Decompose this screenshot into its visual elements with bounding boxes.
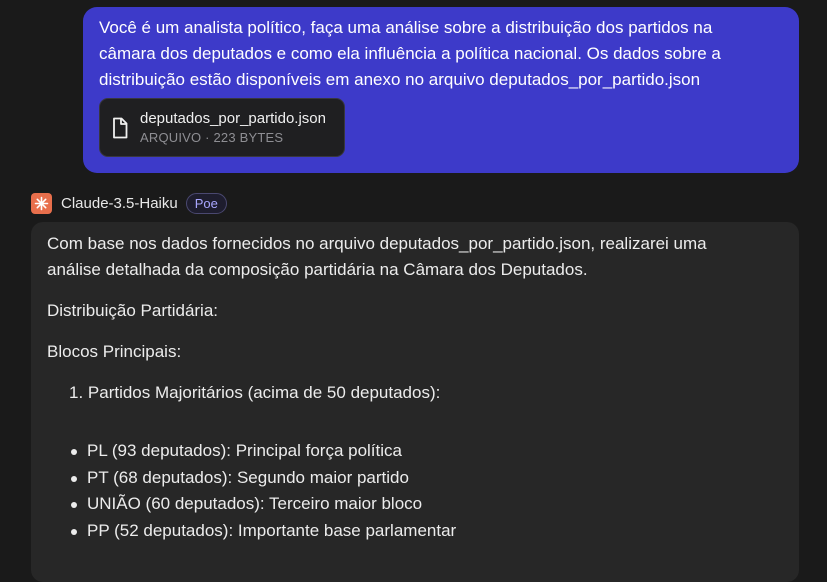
attachment-info: ARQUIVO · 223 BYTES [140,129,284,145]
response-heading: Distribuição Partidária: [47,301,219,320]
attachment-name: deputados_por_partido.json [140,109,326,127]
response-intro-line: Com base nos dados fornecidos no arquivo… [47,234,707,253]
bullet-icon [71,502,77,508]
bullet-list-item: UNIÃO (60 deputados): Terceiro maior blo… [71,491,783,518]
file-icon [113,117,128,138]
bot-header: Claude-3.5-Haiku Poe [31,191,227,215]
user-message-bubble: Você é um analista político, faça uma an… [83,7,799,173]
poe-badge[interactable]: Poe [185,192,227,214]
ordered-list-item: 1. Partidos Majoritários (acima de 50 de… [69,383,441,402]
bullet-icon [71,449,77,455]
bullet-list-item: PL (93 deputados): Principal força polít… [71,438,783,465]
user-message-line: Você é um analista político, faça uma an… [99,18,713,37]
attachment-meta: deputados_por_partido.json ARQUIVO · 223… [140,109,326,147]
attachment-card[interactable]: deputados_por_partido.json ARQUIVO · 223… [99,98,345,157]
bullet-text: PL (93 deputados): Principal força polít… [87,441,402,460]
response-intro: Com base nos dados fornecidos no arquivo… [47,231,783,283]
bullet-list: PL (93 deputados): Principal força polít… [47,438,783,544]
bullet-icon [71,475,77,482]
bullet-list-item: PP (52 deputados): Importante base parla… [71,518,783,545]
bot-name[interactable]: Claude-3.5-Haiku [61,195,178,212]
user-message-line: câmara dos deputados e como ela influênc… [99,44,721,63]
bullet-text: UNIÃO (60 deputados): Terceiro maior blo… [87,494,423,513]
bullet-icon [71,528,77,535]
bullet-text: PP (52 deputados): Importante base parla… [87,520,457,540]
ordered-list: 1. Partidos Majoritários (acima de 50 de… [47,380,783,406]
bullet-text: PT (68 deputados): Segundo maior partido [87,467,409,487]
user-message-line: distribuição estão disponíveis em anexo … [99,70,701,89]
bot-response-bubble: Com base nos dados fornecidos no arquivo… [31,222,799,582]
response-intro-line: análise detalhada da composição partidár… [47,260,588,279]
claude-starburst-icon[interactable] [31,192,52,214]
user-message-text: Você é um analista político, faça uma an… [99,15,783,93]
response-heading: Blocos Principais: [47,342,182,361]
bullet-list-item: PT (68 deputados): Segundo maior partido [71,465,783,492]
starburst-icon [34,196,49,210]
